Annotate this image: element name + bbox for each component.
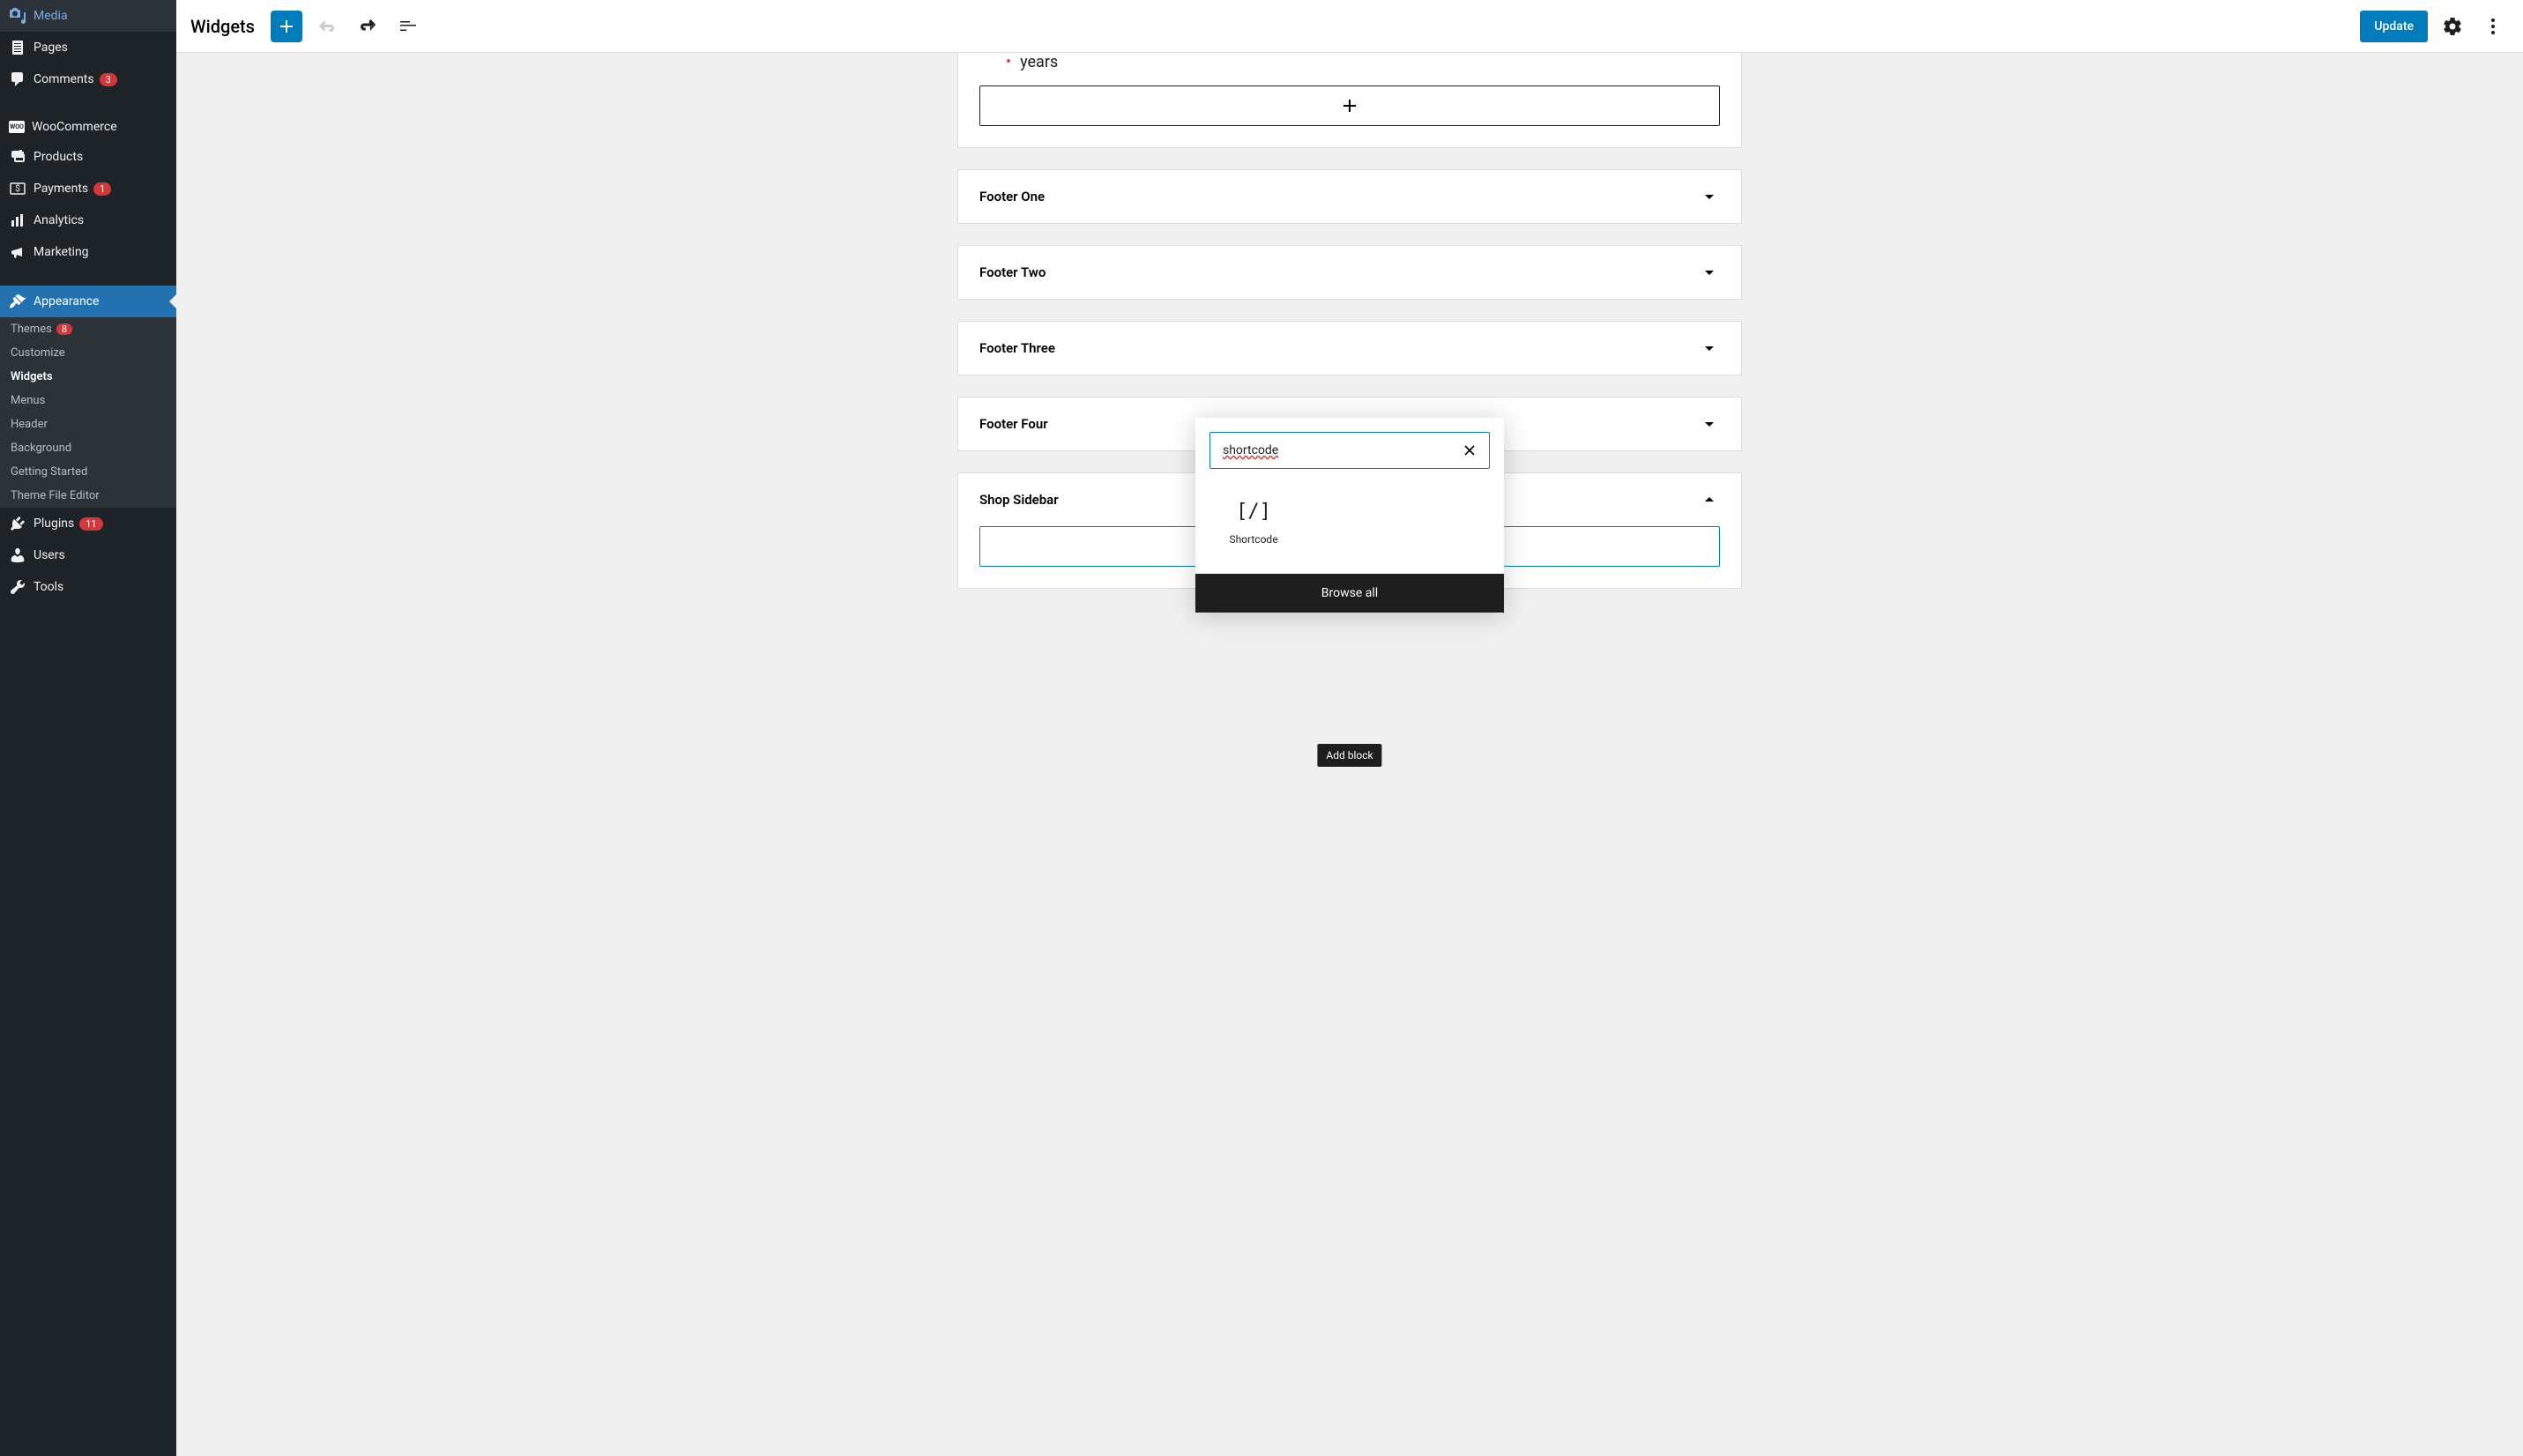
sidebar-item-marketing[interactable]: Marketing bbox=[0, 236, 176, 268]
options-button[interactable] bbox=[2477, 11, 2509, 42]
sidebar-label: WooCommerce bbox=[32, 120, 117, 134]
undo-button[interactable] bbox=[311, 11, 343, 42]
sidebar-label: Comments bbox=[33, 72, 94, 86]
submenu-menus[interactable]: Menus bbox=[0, 389, 176, 412]
payments-icon: $ bbox=[9, 180, 26, 197]
submenu-getting-started[interactable]: Getting Started bbox=[0, 460, 176, 484]
block-item-shortcode[interactable]: [/] Shortcode bbox=[1209, 490, 1298, 556]
widget-area-title: Shop Sidebar bbox=[979, 492, 1059, 508]
list-view-icon bbox=[398, 16, 419, 37]
update-button[interactable]: Update bbox=[2360, 11, 2428, 42]
chevron-down-icon bbox=[1699, 262, 1720, 283]
shortcode-icon: [/] bbox=[1236, 501, 1271, 523]
plugins-badge: 11 bbox=[79, 517, 102, 531]
woo-icon: WOO bbox=[9, 121, 25, 133]
block-results: [/] Shortcode bbox=[1195, 483, 1504, 574]
block-item-label: Shortcode bbox=[1229, 533, 1277, 546]
add-block-button[interactable] bbox=[271, 11, 302, 42]
sidebar-item-media[interactable]: Media bbox=[0, 0, 176, 32]
sidebar-label: Marketing bbox=[33, 245, 89, 259]
sidebar-label: Appearance bbox=[33, 294, 99, 308]
comments-badge: 3 bbox=[100, 73, 117, 86]
sidebar-item-pages[interactable]: Pages bbox=[0, 32, 176, 63]
gear-icon bbox=[2442, 16, 2463, 37]
submenu-background[interactable]: Background bbox=[0, 436, 176, 460]
widget-area-header[interactable]: Footer Three bbox=[958, 322, 1741, 375]
widget-area-title: Footer One bbox=[979, 189, 1045, 204]
plus-icon bbox=[1339, 95, 1360, 116]
submenu-theme-file-editor[interactable]: Theme File Editor bbox=[0, 484, 176, 508]
widget-area-title: Footer Three bbox=[979, 340, 1055, 356]
sidebar-item-plugins[interactable]: Plugins 11 bbox=[0, 508, 176, 539]
page-title: Widgets bbox=[190, 16, 255, 37]
pages-icon bbox=[9, 39, 26, 56]
comments-icon bbox=[9, 71, 26, 88]
sidebar-item-users[interactable]: Users bbox=[0, 539, 176, 571]
redo-button[interactable] bbox=[352, 11, 383, 42]
list-view-button[interactable] bbox=[392, 11, 424, 42]
widget-area-header[interactable]: Footer Two bbox=[958, 246, 1741, 299]
sidebar-label: Tools bbox=[33, 580, 63, 594]
close-icon bbox=[1461, 442, 1478, 459]
browse-all-button[interactable]: Browse all bbox=[1195, 574, 1504, 613]
more-vertical-icon bbox=[2482, 16, 2504, 37]
submenu-widgets[interactable]: Widgets bbox=[0, 365, 176, 389]
sidebar-item-woocommerce[interactable]: WOO WooCommerce bbox=[0, 113, 176, 141]
add-block-appender[interactable] bbox=[979, 85, 1720, 126]
appearance-icon bbox=[9, 293, 26, 310]
submenu-header[interactable]: Header bbox=[0, 412, 176, 436]
sidebar-label: Media bbox=[33, 9, 68, 23]
sidebar-label: Plugins bbox=[33, 516, 74, 531]
sidebar-label: Analytics bbox=[33, 213, 84, 227]
sidebar-label: Pages bbox=[33, 41, 68, 55]
sidebar-item-products[interactable]: Products bbox=[0, 141, 176, 173]
marketing-icon bbox=[9, 243, 26, 261]
appearance-submenu: Themes 8 Customize Widgets Menus Header … bbox=[0, 317, 176, 508]
chevron-down-icon bbox=[1699, 338, 1720, 359]
chevron-down-icon bbox=[1699, 186, 1720, 207]
widget-area-footer-three: Footer Three bbox=[957, 321, 1742, 375]
sidebar-label: Payments bbox=[33, 182, 88, 196]
editor-content: years Footer One Footer Two Footer Three bbox=[176, 53, 2523, 1456]
sidebar-item-analytics[interactable]: Analytics bbox=[0, 204, 176, 236]
submenu-themes[interactable]: Themes 8 bbox=[0, 317, 176, 341]
svg-text:$: $ bbox=[15, 182, 20, 194]
plus-icon bbox=[276, 16, 297, 37]
sidebar-label: Products bbox=[33, 150, 83, 164]
sidebar-item-appearance[interactable]: Appearance bbox=[0, 286, 176, 317]
media-icon bbox=[9, 7, 26, 25]
payments-badge: 1 bbox=[93, 182, 111, 196]
widget-area-header[interactable]: Footer One bbox=[958, 170, 1741, 223]
analytics-icon bbox=[9, 212, 26, 229]
editor-topbar: Widgets Update bbox=[176, 0, 2523, 53]
chevron-up-icon bbox=[1699, 489, 1720, 510]
sidebar-item-comments[interactable]: Comments 3 bbox=[0, 63, 176, 95]
undo-icon bbox=[316, 16, 338, 37]
submenu-customize[interactable]: Customize bbox=[0, 341, 176, 365]
widget-area-title: Footer Two bbox=[979, 264, 1046, 280]
clear-search-button[interactable] bbox=[1457, 438, 1482, 463]
main-content: Widgets Update years bbox=[176, 0, 2523, 1456]
themes-badge: 8 bbox=[56, 323, 72, 335]
redo-icon bbox=[357, 16, 378, 37]
products-icon bbox=[9, 148, 26, 166]
block-search-input[interactable]: shortcode bbox=[1210, 433, 1489, 468]
chevron-down-icon bbox=[1699, 413, 1720, 435]
sidebar-label: Users bbox=[33, 548, 65, 562]
block-inserter-popover: shortcode [/] Shortcode Browse all bbox=[1195, 418, 1504, 613]
settings-button[interactable] bbox=[2437, 11, 2468, 42]
sidebar-item-payments[interactable]: $ Payments 1 bbox=[0, 173, 176, 204]
content-text: years bbox=[979, 53, 1720, 85]
plugins-icon bbox=[9, 515, 26, 532]
tools-icon bbox=[9, 578, 26, 596]
search-field-wrapper: shortcode bbox=[1209, 432, 1490, 469]
widget-area-footer-one: Footer One bbox=[957, 169, 1742, 224]
tooltip-add-block: Add block bbox=[1317, 744, 1381, 767]
widget-area-title: Footer Four bbox=[979, 416, 1048, 432]
admin-sidebar: Media Pages Comments 3 WOO WooCommerce P… bbox=[0, 0, 176, 1456]
users-icon bbox=[9, 546, 26, 564]
widget-area-footer-two: Footer Two bbox=[957, 245, 1742, 300]
sidebar-item-tools[interactable]: Tools bbox=[0, 571, 176, 603]
widget-area-expanded-top: years bbox=[957, 53, 1742, 148]
